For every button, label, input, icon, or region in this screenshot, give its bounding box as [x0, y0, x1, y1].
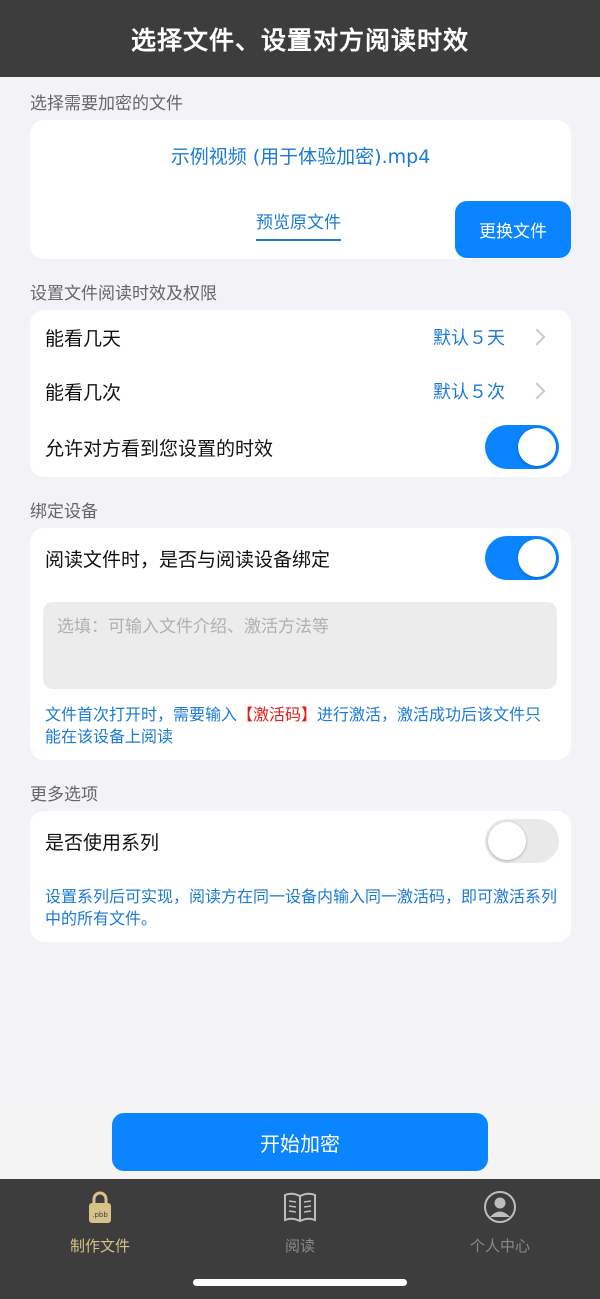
- chevron-right-icon: [528, 382, 546, 400]
- section-title-file: 选择需要加密的文件: [30, 94, 183, 114]
- times-value: 默认５次: [433, 382, 505, 403]
- limits-card: 能看几天 默认５天 能看几次 默认５次 允许对方看到您设置的时效: [30, 310, 571, 477]
- description-input[interactable]: [43, 602, 557, 689]
- file-name[interactable]: 示例视频 (用于体验加密).mp4: [30, 142, 571, 169]
- page-title-text: 选择文件、设置对方阅读时效: [130, 25, 469, 55]
- show-limit-toggle[interactable]: [485, 425, 559, 469]
- section-title-more: 更多选项: [30, 785, 98, 805]
- toggle-knob: [488, 822, 526, 860]
- days-row[interactable]: 能看几天 默认５天: [30, 310, 571, 364]
- user-icon: [484, 1191, 516, 1223]
- more-card: 是否使用系列 设置系列后可实现，阅读方在同一设备内输入同一激活码，即可激活系列中…: [30, 811, 571, 942]
- show-limit-label: 允许对方看到您设置的时效: [45, 437, 274, 460]
- series-note: 设置系列后可实现，阅读方在同一设备内输入同一激活码，即可激活系列中的所有文件。: [45, 887, 558, 928]
- svg-text:.pbb: .pbb: [92, 1211, 108, 1219]
- bind-device-toggle[interactable]: [485, 536, 559, 580]
- file-card: 示例视频 (用于体验加密).mp4 预览原文件 更换文件: [30, 120, 571, 259]
- bind-device-row: 阅读文件时，是否与阅读设备绑定: [30, 531, 571, 585]
- lock-file-icon: .pbb: [89, 1191, 111, 1223]
- device-note-part1: 文件首次打开时，需要输入: [45, 705, 238, 724]
- tab-read[interactable]: 阅读: [200, 1187, 400, 1257]
- device-note: 文件首次打开时，需要输入【激活码】进行激活，激活成功后该文件只能在该设备上阅读: [45, 704, 557, 748]
- tab-label: 制作文件: [69, 1237, 130, 1255]
- series-row: 是否使用系列: [30, 814, 571, 868]
- show-limit-row: 允许对方看到您设置的时效: [30, 420, 571, 474]
- times-row[interactable]: 能看几次 默认５次: [30, 364, 571, 418]
- bind-device-label: 阅读文件时，是否与阅读设备绑定: [45, 548, 331, 571]
- tab-label: 个人中心: [469, 1237, 530, 1255]
- toggle-knob: [518, 428, 556, 466]
- days-value: 默认５天: [433, 328, 505, 349]
- section-title-device: 绑定设备: [30, 502, 98, 522]
- days-label: 能看几天: [45, 327, 122, 350]
- preview-file-link[interactable]: 预览原文件: [256, 208, 341, 241]
- section-title-limits: 设置文件阅读时效及权限: [30, 284, 217, 304]
- tab-profile[interactable]: 个人中心: [400, 1187, 600, 1257]
- tab-label: 阅读: [284, 1237, 315, 1255]
- series-label: 是否使用系列: [45, 831, 160, 854]
- book-icon: [284, 1192, 316, 1223]
- device-card: 阅读文件时，是否与阅读设备绑定 文件首次打开时，需要输入【激活码】进行激活，激活…: [30, 528, 571, 760]
- start-encrypt-button[interactable]: 开始加密: [112, 1113, 488, 1171]
- toggle-knob: [518, 539, 556, 577]
- series-toggle[interactable]: [485, 819, 559, 863]
- chevron-right-icon: [528, 328, 546, 346]
- page-title: 选择文件、设置对方阅读时效: [0, 0, 600, 77]
- times-label: 能看几次: [45, 381, 122, 404]
- home-indicator: [193, 1279, 407, 1286]
- activation-code-highlight: 【激活码】: [237, 705, 318, 724]
- change-file-button[interactable]: 更换文件: [455, 201, 571, 258]
- tab-make-file[interactable]: .pbb 制作文件: [0, 1187, 200, 1257]
